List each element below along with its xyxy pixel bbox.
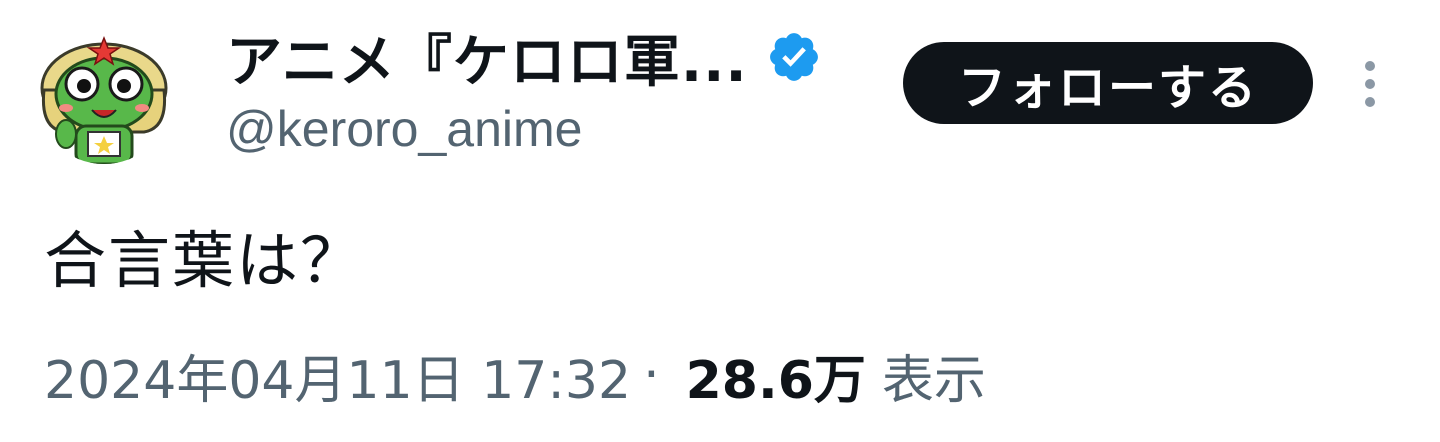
- meta-separator: ·: [643, 345, 660, 405]
- more-vertical-icon[interactable]: [1356, 58, 1384, 110]
- tweet-meta: 2024年04月11日 17:32 · 28.6万 表示: [44, 338, 986, 413]
- avatar[interactable]: [36, 28, 172, 164]
- tweet-text: 合言葉は？: [44, 224, 365, 297]
- views-count[interactable]: 28.6万: [686, 338, 866, 413]
- views-label: 表示: [881, 350, 986, 411]
- follow-button[interactable]: フォローする: [903, 42, 1313, 124]
- tweet-timestamp[interactable]: 2024年04月11日 17:32: [44, 338, 631, 413]
- author-display-name[interactable]: アニメ『ケロロ軍...: [226, 17, 748, 98]
- keroro-avatar-icon: [40, 35, 168, 164]
- verified-badge-icon[interactable]: [766, 29, 822, 85]
- tweet-card: アニメ『ケロロ軍... @keroro_anime フォローする 合言葉は？ 2…: [0, 0, 1440, 442]
- author-name-row: アニメ『ケロロ軍...: [226, 22, 822, 95]
- author-handle[interactable]: @keroro_anime: [226, 100, 582, 158]
